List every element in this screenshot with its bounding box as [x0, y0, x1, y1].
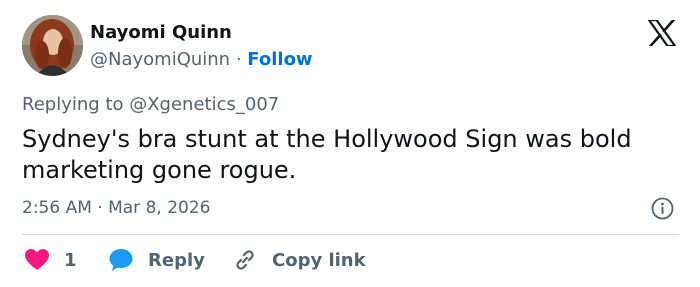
heart-icon — [24, 248, 50, 272]
follow-button[interactable]: Follow — [247, 49, 312, 70]
copy-link-button[interactable]: Copy link — [232, 247, 366, 273]
action-bar: 1 Reply Copy link — [22, 247, 682, 273]
reply-context: Replying to @Xgenetics_007 — [22, 94, 279, 115]
x-logo-icon[interactable] — [646, 18, 678, 48]
handle-separator: · — [235, 49, 242, 70]
like-button[interactable]: 1 — [24, 247, 77, 273]
like-count: 1 — [64, 249, 77, 271]
author-handle-line: @NayomiQuinn · Follow — [90, 49, 313, 70]
link-icon — [232, 247, 258, 273]
reply-context-prefix: Replying to — [22, 94, 124, 115]
tweet-timestamp[interactable]: 2:56 AM · Mar 8, 2026 — [22, 198, 210, 218]
reply-button[interactable]: Reply — [108, 247, 205, 273]
author-handle[interactable]: @NayomiQuinn — [90, 49, 230, 70]
reply-mention-link[interactable]: @Xgenetics_007 — [129, 94, 279, 115]
speech-bubble-icon — [108, 247, 134, 273]
author-name[interactable]: Nayomi Quinn — [90, 22, 232, 43]
copy-link-label: Copy link — [272, 249, 366, 271]
reply-label: Reply — [148, 249, 205, 271]
tweet-card: Nayomi Quinn @NayomiQuinn · Follow Reply… — [0, 0, 700, 287]
divider — [22, 234, 679, 235]
info-icon[interactable] — [651, 197, 674, 220]
tweet-text: Sydney's bra stunt at the Hollywood Sign… — [22, 125, 632, 184]
avatar[interactable] — [22, 15, 83, 76]
